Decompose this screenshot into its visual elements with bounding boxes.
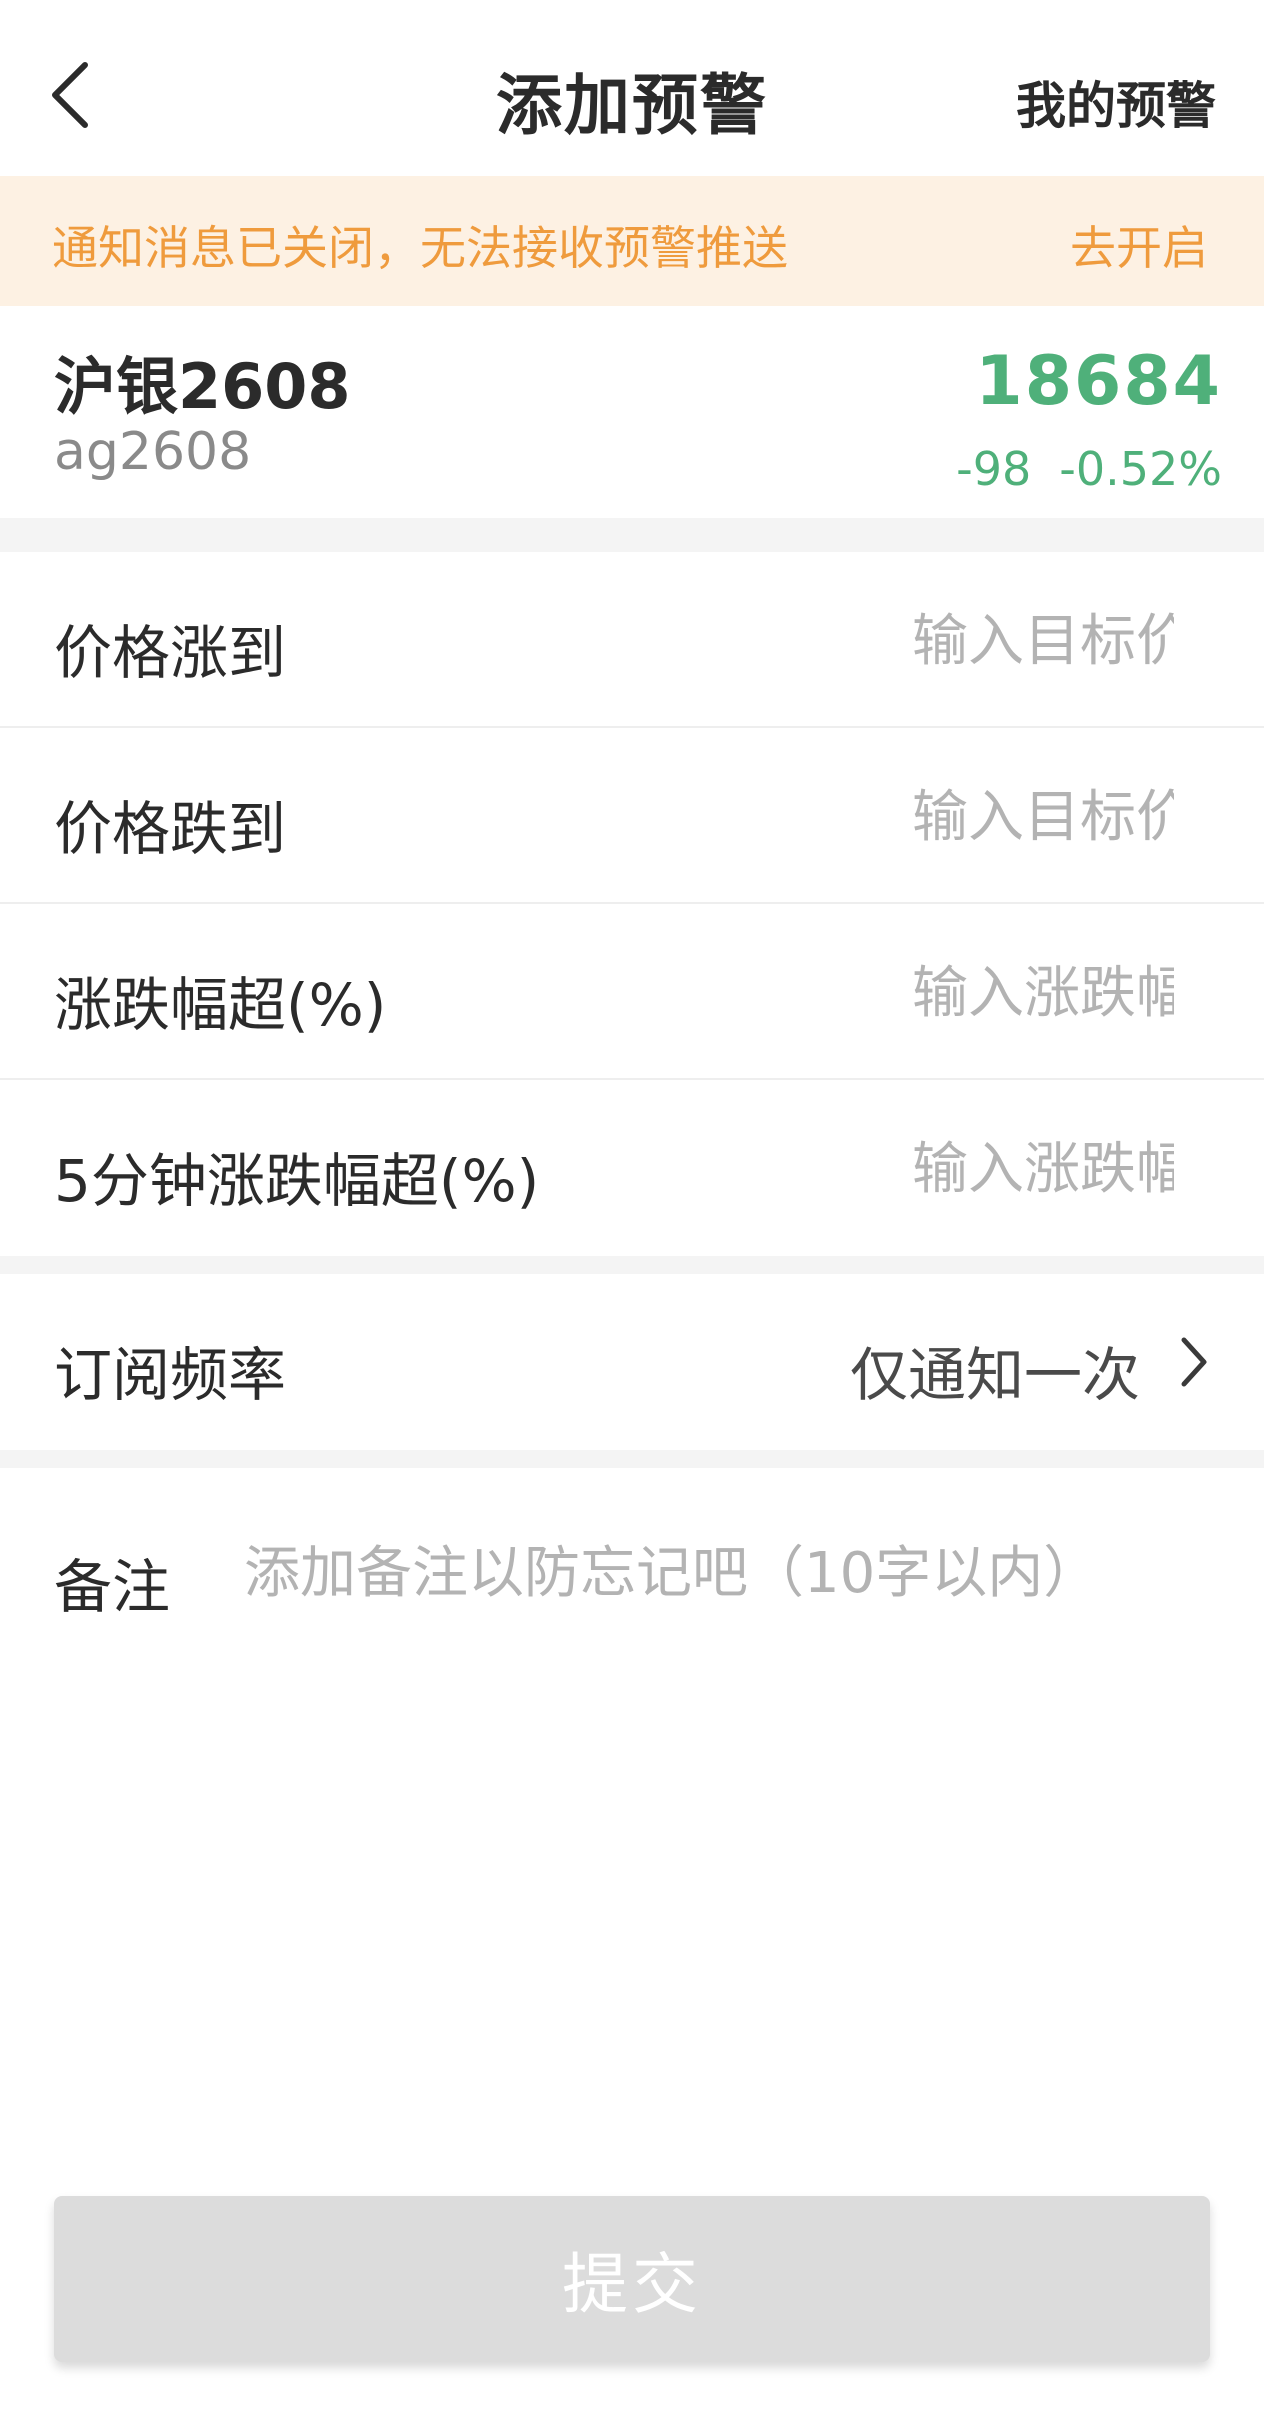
last-price: 18684 xyxy=(975,342,1222,421)
instrument-summary: 沪银2608 ag2608 18684 -98 -0.52% xyxy=(0,306,1264,518)
section-divider xyxy=(0,1450,1264,1468)
change-amount: -98 xyxy=(956,442,1032,496)
note-label: 备注 xyxy=(54,1553,171,1621)
add-alert-page: 添加预警 我的预警 通知消息已关闭，无法接收预警推送 去开启 沪银2608 ag… xyxy=(0,0,1264,2416)
condition-label: 涨跌幅超(%) xyxy=(54,971,387,1039)
section-divider xyxy=(0,518,1264,552)
frequency-row[interactable]: 订阅频率 仅通知一次 xyxy=(0,1274,1264,1450)
submit-button[interactable]: 提交 xyxy=(54,2196,1210,2362)
instrument-name: 沪银2608 xyxy=(54,350,351,423)
condition-row-price-down: 价格跌到 xyxy=(0,728,1264,904)
chevron-right-icon xyxy=(1164,1332,1224,1392)
condition-label: 价格涨到 xyxy=(54,619,287,687)
enable-notifications-link[interactable]: 去开启 xyxy=(1070,212,1208,278)
my-alerts-link[interactable]: 我的预警 xyxy=(1016,66,1216,138)
condition-row-change-pct: 涨跌幅超(%) xyxy=(0,904,1264,1080)
condition-row-price-up: 价格涨到 xyxy=(0,552,1264,728)
top-bar: 添加预警 我的预警 xyxy=(0,0,1264,176)
price-up-input[interactable] xyxy=(912,596,1174,686)
frequency-value: 仅通知一次 xyxy=(849,1341,1140,1409)
change-percent: -0.52% xyxy=(1059,442,1222,496)
notice-message: 通知消息已关闭，无法接收预警推送 xyxy=(52,221,788,275)
price-change: -98 -0.52% xyxy=(956,442,1222,496)
instrument-code: ag2608 xyxy=(54,422,252,482)
five-min-change-pct-input[interactable] xyxy=(912,1124,1174,1214)
notification-disabled-banner: 通知消息已关闭，无法接收预警推送 去开启 xyxy=(0,176,1264,306)
condition-label: 价格跌到 xyxy=(54,795,287,863)
section-divider xyxy=(0,1256,1264,1274)
condition-row-5min-change-pct: 5分钟涨跌幅超(%) xyxy=(0,1080,1264,1256)
frequency-label: 订阅频率 xyxy=(54,1341,287,1409)
condition-label: 5分钟涨跌幅超(%) xyxy=(54,1147,540,1215)
note-input[interactable] xyxy=(244,1528,1234,1618)
change-pct-input[interactable] xyxy=(912,948,1174,1038)
price-down-input[interactable] xyxy=(912,772,1174,862)
